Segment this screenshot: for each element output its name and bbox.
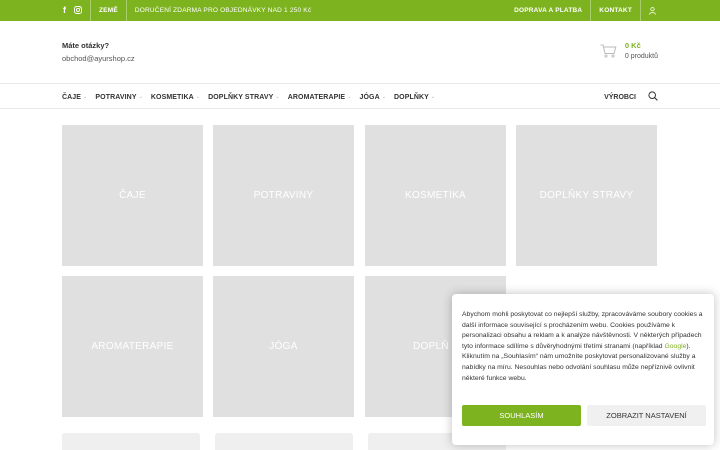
nav-item-joga[interactable]: JÓGA ⌄ [359,94,386,101]
category-tile-label: DOPLŇ [413,341,449,352]
top-bar: f ZEMĚ DORUČENÍ ZDARMA PRO OBJEDNÁVKY NA… [0,0,720,21]
product-card[interactable] [62,433,200,450]
top-bar-right: DOPRAVA A PLATBA KONTAKT [506,0,656,21]
category-tile-label: KOSMETIKA [404,190,467,201]
cookie-buttons: SOUHLASÍM ZOBRAZIT NASTAVENÍ [462,405,706,426]
category-tile-label: DOPLŇKY STRAVY [539,190,634,201]
shipping-payment-link[interactable]: DOPRAVA A PLATBA [506,7,590,14]
country-selector[interactable]: ZEMĚ [91,7,126,14]
nav-item-doplnky[interactable]: DOPLŇKY ⌄ [394,94,435,101]
chevron-down-icon: ⌄ [430,94,436,100]
cart-total: 0 Kč [624,41,641,50]
google-link[interactable]: Google [664,343,686,350]
nav-item-label: JÓGA [359,93,380,101]
cookie-consent-text: Abychom mohli poskytovat co nejlepší slu… [462,310,704,384]
contact-link[interactable]: KONTAKT [591,7,640,14]
category-tile-joga[interactable]: JÓGA [213,276,354,417]
chevron-down-icon: ⌄ [138,94,143,100]
top-bar-left: f ZEMĚ DORUČENÍ ZDARMA PRO OBJEDNÁVKY NA… [0,0,319,21]
nav-item-label: AROMATERAPIE [287,93,346,101]
category-tile-label: ČAJE [119,190,146,201]
cart-count: 0 produktů [624,53,658,60]
accept-cookies-button[interactable]: SOUHLASÍM [462,405,581,426]
nav-item-label: DOPLŇKY STRAVY [208,93,274,101]
nav-item-label: POTRAVINY [95,93,137,101]
instagram-icon[interactable] [74,5,82,16]
nav-right: VÝROBCI [604,85,658,109]
nav-item-caje[interactable]: ČAJE ⌄ [62,94,87,101]
nav-item-label: KOSMETIKA [150,93,194,101]
category-tile-label: AROMATERAPIE [91,341,174,352]
cookie-settings-button[interactable]: ZOBRAZIT NASTAVENÍ [587,405,706,426]
product-card[interactable] [215,433,353,450]
nav-item-doplnky-stravy[interactable]: DOPLŇKY STRAVY ⌄ [208,94,280,101]
category-tile-aromaterapie[interactable]: AROMATERAPIE [62,276,203,417]
chevron-down-icon: ⌄ [275,94,280,100]
search-icon[interactable] [648,88,658,106]
chevron-down-icon: ⌄ [347,94,352,100]
nav-item-label: DOPLŇKY [394,93,429,101]
nav-item-aromaterapie[interactable]: AROMATERAPIE ⌄ [288,94,352,101]
free-shipping-banner: DORUČENÍ ZDARMA PRO OBJEDNÁVKY NAD 1 250… [134,7,312,14]
main-navigation: ČAJE ⌄ POTRAVINY ⌄ KOSMETIKA ⌄ DOPLŇKY STRA… [0,85,720,109]
chevron-down-icon: ⌄ [195,94,201,100]
contact-email[interactable]: obchod@ayurshop.cz [62,54,135,63]
contact-info: Máte otázky? obchod@ayurshop.cz [62,41,135,63]
nav-item-potraviny[interactable]: POTRAVINY ⌄ [95,94,143,101]
user-icon[interactable] [641,6,656,15]
cookie-consent-dialog: Abychom mohli poskytovat co nejlepší slu… [452,294,714,445]
nav-item-label: ČAJE [62,93,82,101]
category-tile-doplnky-stravy[interactable]: DOPLŇKY STRAVY [516,125,657,266]
category-menu: ČAJE ⌄ POTRAVINY ⌄ KOSMETIKA ⌄ DOPLŇKY STRA… [62,85,443,109]
category-tile-kosmetika[interactable]: KOSMETIKA [365,125,506,266]
shopping-cart-icon[interactable] [600,44,617,63]
cart-summary: 0 Kč 0 produktů [625,41,658,60]
nav-item-kosmetika[interactable]: KOSMETIKA ⌄ [151,94,200,101]
category-tile-caje[interactable]: ČAJE [62,125,203,266]
facebook-icon[interactable]: f [63,6,66,15]
social-links: f [63,6,82,16]
category-tile-label: JÓGA [269,341,298,352]
cart-widget[interactable]: 0 Kč 0 produktů [600,41,658,63]
category-tile-label: POTRAVINY [253,190,314,201]
chevron-down-icon: ⌄ [83,94,88,100]
chevron-down-icon: ⌄ [381,94,387,100]
category-tile-potraviny[interactable]: POTRAVINY [213,125,354,266]
contact-question: Máte otázky? [62,41,110,50]
manufacturers-link[interactable]: VÝROBCI [604,94,636,101]
site-header: Máte otázky? obchod@ayurshop.cz 0 Kč 0 p… [0,21,720,84]
